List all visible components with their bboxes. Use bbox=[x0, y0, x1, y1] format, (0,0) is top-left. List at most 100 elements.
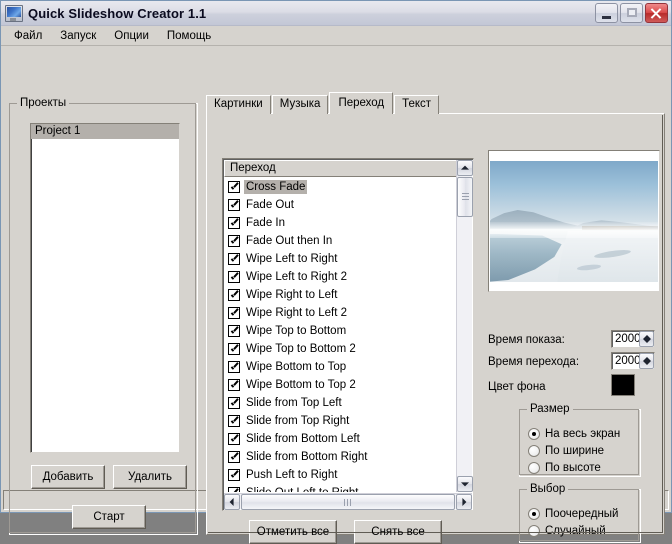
checkbox-checked-icon[interactable] bbox=[228, 307, 240, 319]
time-show-spinner[interactable]: 2000 bbox=[611, 330, 655, 348]
checkbox-checked-icon[interactable] bbox=[228, 415, 240, 427]
transition-item-label: Push Left to Right bbox=[246, 469, 338, 481]
menu-item-file[interactable]: Файл bbox=[5, 27, 51, 45]
checkbox-checked-icon[interactable] bbox=[228, 253, 240, 265]
transition-item[interactable]: Wipe Left to Right 2 bbox=[224, 268, 457, 286]
checkbox-checked-icon[interactable] bbox=[228, 451, 240, 463]
chevron-right-icon bbox=[462, 498, 467, 506]
transition-list[interactable]: Переход Cross Fade Fade Out Fade In Fade Ou… bbox=[222, 158, 474, 511]
projects-group: Проекты Project 1 Добавить Удалить Старт bbox=[9, 97, 198, 535]
checkbox-checked-icon[interactable] bbox=[228, 343, 240, 355]
radio-choice-random[interactable]: Случайный bbox=[520, 522, 640, 539]
transition-item-label: Slide from Top Right bbox=[246, 415, 350, 427]
transition-item-label: Slide from Bottom Right bbox=[246, 451, 368, 463]
checkbox-checked-icon[interactable] bbox=[228, 397, 240, 409]
projects-group-label: Проекты bbox=[17, 97, 70, 109]
checkbox-checked-icon[interactable] bbox=[228, 361, 240, 373]
transition-item[interactable]: Slide from Top Left bbox=[224, 394, 457, 412]
time-transition-label: Время перехода: bbox=[488, 356, 580, 368]
transition-item[interactable]: Cross Fade bbox=[224, 178, 457, 196]
menu-item-run[interactable]: Запуск bbox=[51, 27, 105, 45]
delete-project-button[interactable]: Удалить bbox=[113, 465, 187, 489]
uncheck-all-button[interactable]: Снять все bbox=[354, 520, 442, 544]
start-button[interactable]: Старт bbox=[72, 505, 146, 529]
transition-item-label: Wipe Top to Bottom 2 bbox=[246, 343, 356, 355]
transition-item[interactable]: Slide Out Left to Right bbox=[224, 484, 457, 492]
transition-item[interactable]: Wipe Left to Right bbox=[224, 250, 457, 268]
transition-item[interactable]: Slide from Bottom Right bbox=[224, 448, 457, 466]
checkbox-checked-icon[interactable] bbox=[228, 199, 240, 211]
checkbox-checked-icon[interactable] bbox=[228, 181, 240, 193]
transition-item[interactable]: Fade In bbox=[224, 214, 457, 232]
list-item[interactable]: Project 1 bbox=[31, 124, 179, 139]
transition-item[interactable]: Wipe Bottom to Top 2 bbox=[224, 376, 457, 394]
bg-color-swatch[interactable] bbox=[611, 374, 635, 396]
tab-music[interactable]: Музыка bbox=[271, 95, 329, 114]
scroll-left-button[interactable] bbox=[224, 494, 240, 510]
projects-list[interactable]: Project 1 bbox=[30, 123, 180, 453]
tab-transition[interactable]: Переход bbox=[329, 92, 394, 114]
minimize-button[interactable] bbox=[595, 3, 618, 23]
menu-item-options[interactable]: Опции bbox=[105, 27, 158, 45]
radio-size-fit-height[interactable]: По высоте bbox=[520, 459, 640, 476]
transition-list-vscrollbar[interactable] bbox=[456, 160, 473, 492]
scroll-right-button[interactable] bbox=[456, 494, 472, 510]
spinner-arrows-icon[interactable] bbox=[639, 353, 654, 369]
check-all-button[interactable]: Отметить все bbox=[249, 520, 337, 544]
transition-item[interactable]: Wipe Top to Bottom 2 bbox=[224, 340, 457, 358]
chevron-left-icon bbox=[229, 498, 234, 506]
transition-item[interactable]: Slide from Bottom Left bbox=[224, 430, 457, 448]
transition-item[interactable]: Wipe Bottom to Top bbox=[224, 358, 457, 376]
time-show-value: 2000 bbox=[615, 333, 641, 345]
transition-item[interactable]: Slide from Top Right bbox=[224, 412, 457, 430]
hscrollbar-thumb[interactable] bbox=[241, 494, 455, 510]
transition-item[interactable]: Push Left to Right bbox=[224, 466, 457, 484]
tab-body-transition: Переход Cross Fade Fade Out Fade In Fade Ou… bbox=[206, 113, 665, 544]
application-window: Quick Slideshow Creator 1.1 Файл Запуск … bbox=[0, 0, 672, 544]
transition-item-label: Wipe Bottom to Top bbox=[246, 361, 347, 373]
tab-text[interactable]: Текст bbox=[394, 95, 440, 114]
time-transition-spinner[interactable]: 2000 bbox=[611, 352, 655, 370]
choice-group: Выбор Поочередный Случайный bbox=[519, 483, 641, 543]
preview-image bbox=[490, 161, 658, 282]
transition-item[interactable]: Wipe Top to Bottom bbox=[224, 322, 457, 340]
scroll-up-button[interactable] bbox=[457, 160, 473, 176]
radio-empty-icon bbox=[528, 524, 540, 537]
checkbox-checked-icon[interactable] bbox=[228, 289, 240, 301]
transition-list-hscrollbar[interactable] bbox=[224, 493, 472, 510]
checkbox-checked-icon[interactable] bbox=[228, 433, 240, 445]
bg-color-label: Цвет фона bbox=[488, 381, 546, 393]
add-project-button[interactable]: Добавить bbox=[31, 465, 105, 489]
transition-item[interactable]: Fade Out bbox=[224, 196, 457, 214]
menu-item-help[interactable]: Помощь bbox=[158, 27, 220, 45]
radio-size-fit-width[interactable]: По ширине bbox=[520, 442, 640, 459]
spinner-arrows-icon[interactable] bbox=[639, 331, 654, 347]
checkbox-checked-icon[interactable] bbox=[228, 325, 240, 337]
checkbox-checked-icon[interactable] bbox=[228, 487, 240, 492]
time-transition-value: 2000 bbox=[615, 355, 641, 367]
checkbox-checked-icon[interactable] bbox=[228, 235, 240, 247]
vscrollbar-thumb[interactable] bbox=[457, 177, 473, 217]
transition-item-label: Slide from Bottom Left bbox=[246, 433, 360, 445]
window-title: Quick Slideshow Creator 1.1 bbox=[28, 5, 207, 21]
size-group: Размер На весь экран По ширине По высоте bbox=[519, 403, 641, 477]
checkbox-checked-icon[interactable] bbox=[228, 271, 240, 283]
scroll-down-button[interactable] bbox=[457, 476, 473, 492]
transition-item[interactable]: Wipe Right to Left bbox=[224, 286, 457, 304]
checkbox-checked-icon[interactable] bbox=[228, 379, 240, 391]
maximize-button[interactable] bbox=[620, 3, 643, 23]
transition-item-label: Wipe Bottom to Top 2 bbox=[246, 379, 356, 391]
tab-pictures[interactable]: Картинки bbox=[206, 95, 271, 114]
time-show-label: Время показа: bbox=[488, 334, 565, 346]
transition-item[interactable]: Fade Out then In bbox=[224, 232, 457, 250]
radio-choice-sequential[interactable]: Поочередный bbox=[520, 505, 640, 522]
close-button[interactable] bbox=[645, 3, 668, 23]
tab-control: Картинки Музыка Переход Текст Переход Cr… bbox=[206, 92, 665, 544]
radio-size-fullscreen[interactable]: На весь экран bbox=[520, 425, 640, 442]
transition-list-items[interactable]: Cross Fade Fade Out Fade In Fade Out then I… bbox=[224, 178, 457, 492]
checkbox-checked-icon[interactable] bbox=[228, 217, 240, 229]
radio-empty-icon bbox=[528, 461, 540, 474]
transition-list-header[interactable]: Переход bbox=[224, 160, 457, 177]
transition-item[interactable]: Wipe Right to Left 2 bbox=[224, 304, 457, 322]
checkbox-checked-icon[interactable] bbox=[228, 469, 240, 481]
